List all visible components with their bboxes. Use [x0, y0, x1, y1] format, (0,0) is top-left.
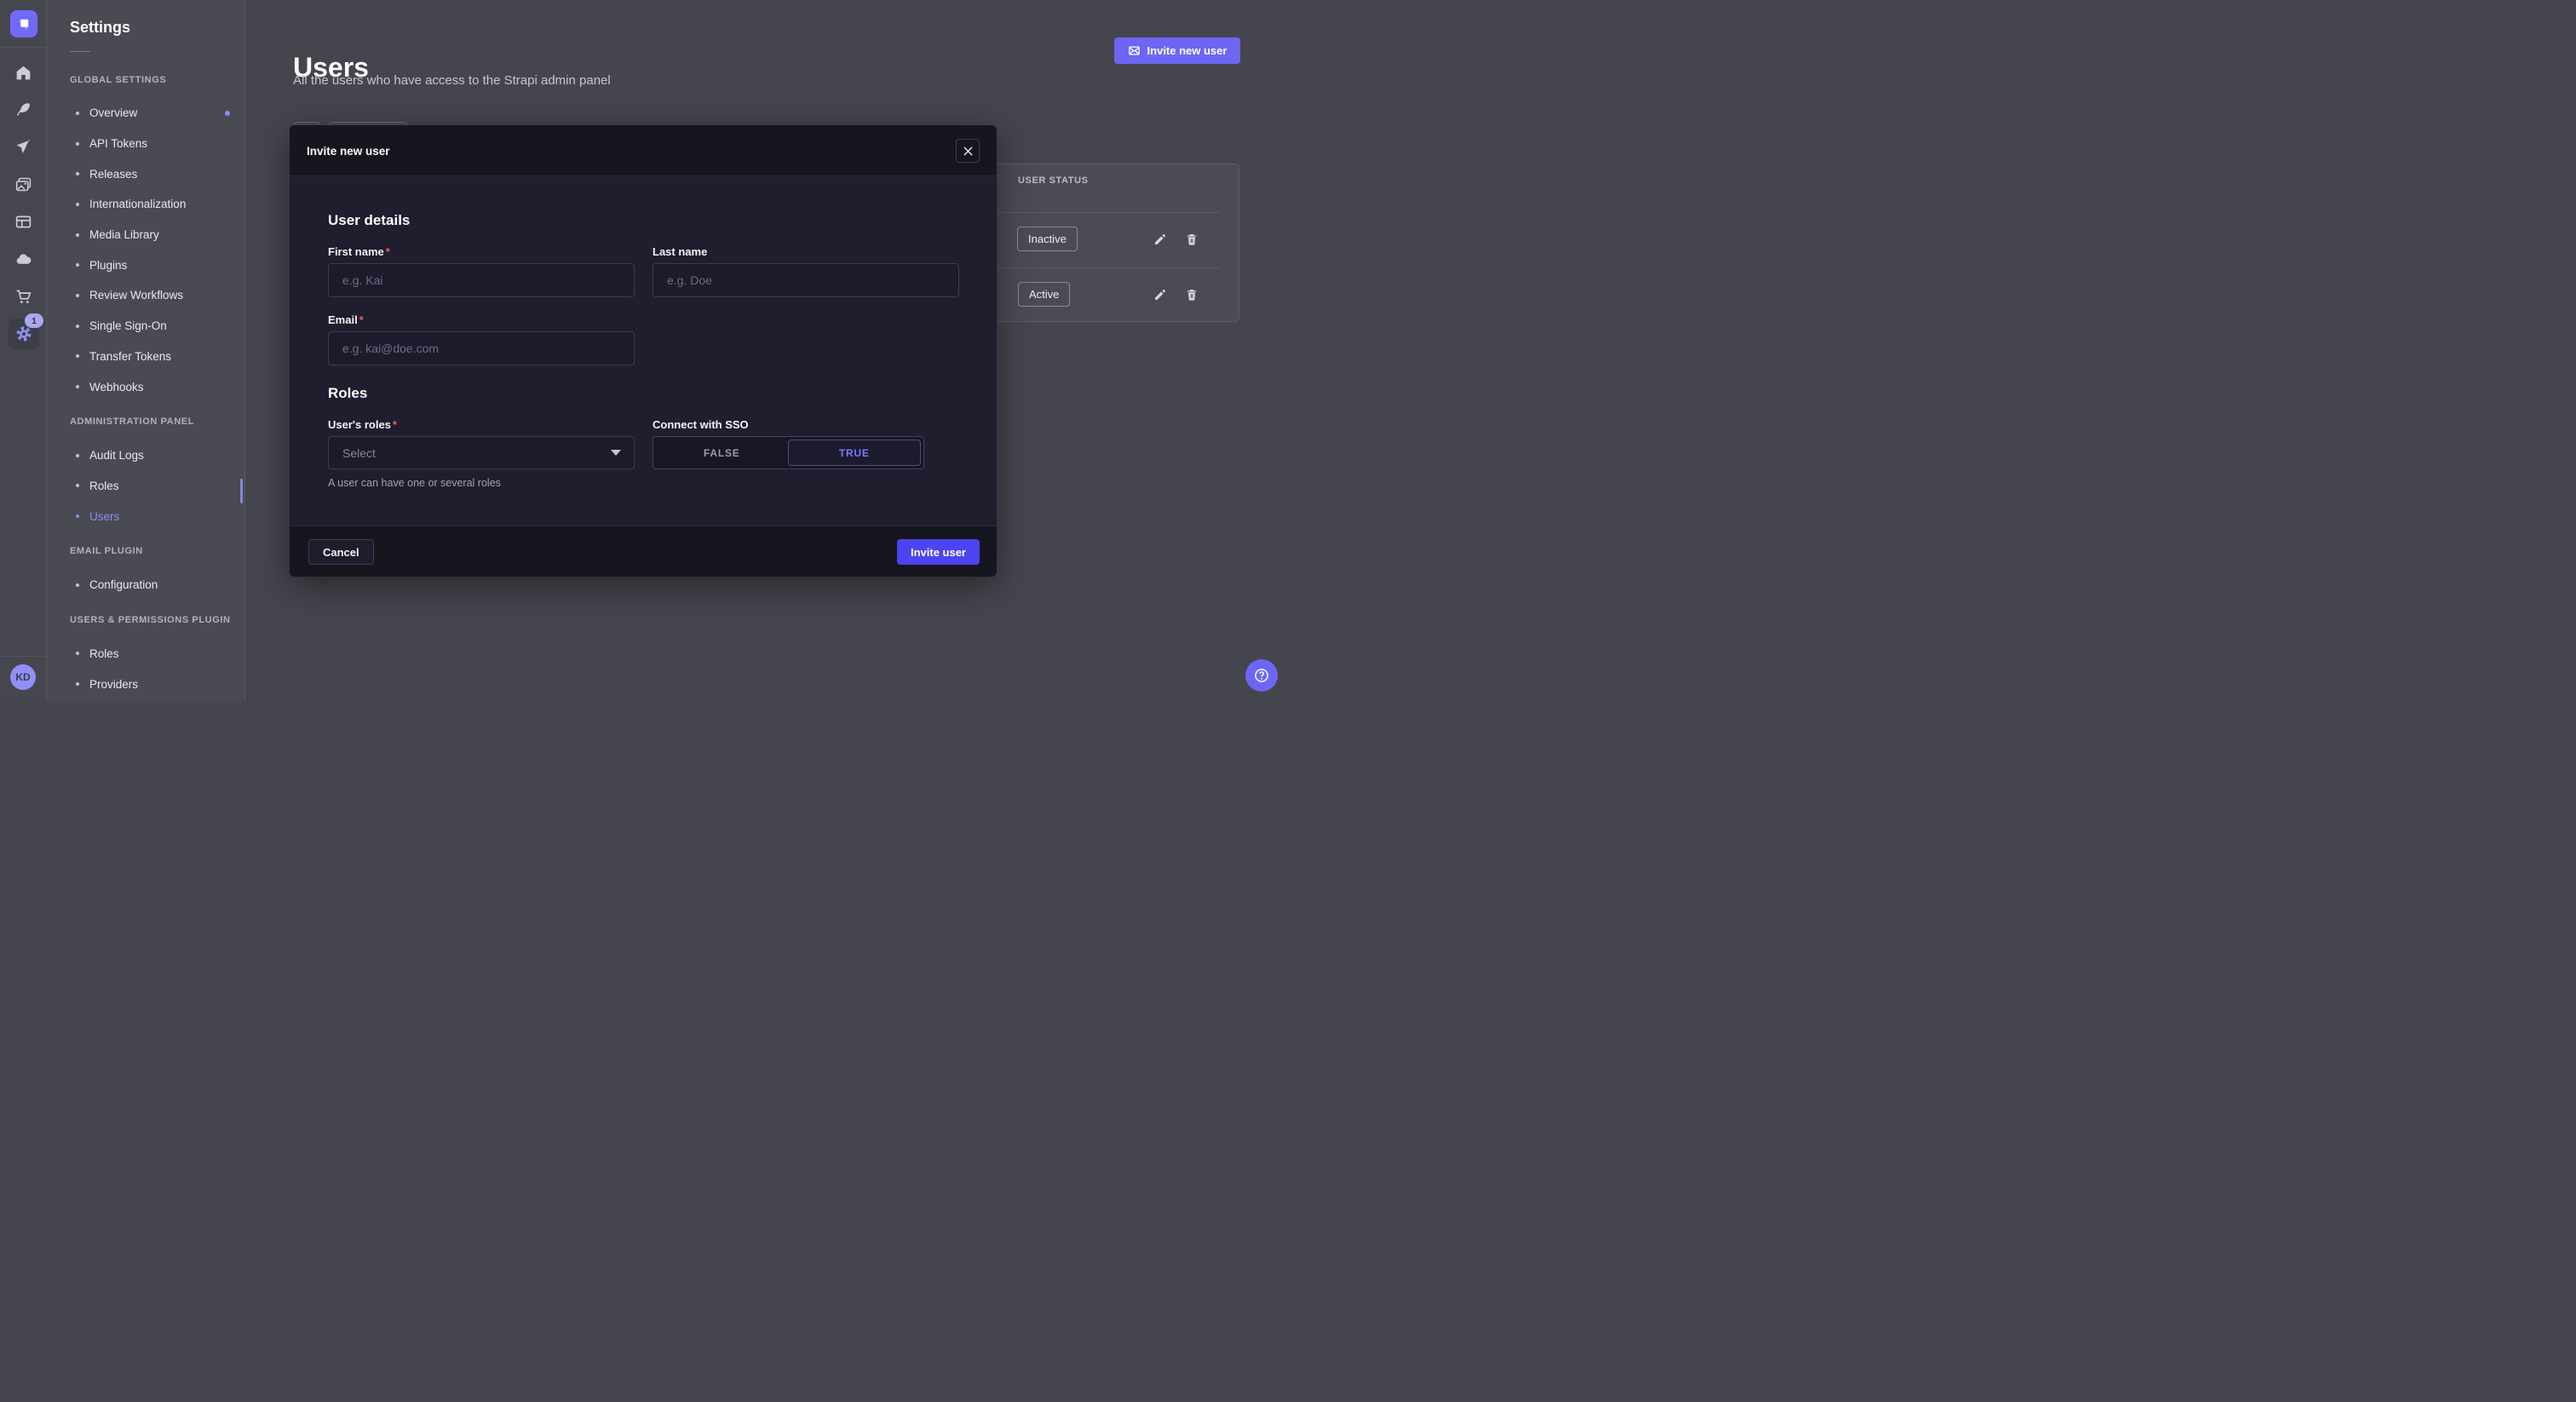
bullet-icon: [76, 514, 79, 518]
paper-plane-icon[interactable]: [14, 138, 32, 156]
strapi-logo-icon: [16, 16, 32, 32]
bullet-icon: [76, 652, 79, 655]
bullet-icon: [76, 263, 79, 267]
modal-header: Invite new user: [290, 125, 997, 176]
sidebar-item-audit-logs[interactable]: Audit Logs: [47, 440, 245, 471]
media-library-icon[interactable]: [14, 175, 32, 193]
section-global-settings: GLOBAL SETTINGS: [47, 65, 245, 95]
roles-helper-text: A user can have one or several roles: [328, 477, 501, 489]
notification-dot-icon: [225, 111, 230, 116]
section-administration-panel: ADMINISTRATION PANEL: [47, 407, 245, 437]
last-name-input[interactable]: [653, 263, 959, 297]
modal-footer: Cancel Invite user: [290, 526, 997, 577]
modal-title: Invite new user: [307, 125, 390, 176]
bullet-icon: [76, 484, 79, 487]
sidebar-item-transfer-tokens[interactable]: Transfer Tokens: [47, 342, 245, 372]
invite-user-submit-button[interactable]: Invite user: [897, 539, 980, 565]
last-name-label: Last name: [653, 245, 707, 258]
sidebar-title: Settings: [70, 19, 130, 37]
modal-close-button[interactable]: [956, 139, 980, 163]
bullet-icon: [76, 454, 79, 457]
invite-user-modal: Invite new user User details First name …: [290, 125, 997, 577]
first-name-label: First name: [328, 245, 390, 258]
marketplace-cart-icon[interactable]: [14, 288, 32, 306]
edit-pencil-icon[interactable]: [1153, 288, 1167, 302]
feather-icon[interactable]: [14, 101, 32, 118]
bullet-icon: [76, 142, 79, 146]
invite-new-user-button[interactable]: Invite new user: [1114, 37, 1240, 64]
sidebar-item-releases[interactable]: Releases: [47, 158, 245, 189]
sidebar-item-review-workflows[interactable]: Review Workflows: [47, 280, 245, 311]
bullet-icon: [76, 583, 79, 587]
envelope-icon: [1128, 44, 1141, 57]
settings-sidebar: Settings GLOBAL SETTINGS Overview API To…: [47, 0, 245, 701]
status-badge-active: Active: [1018, 282, 1070, 307]
sidebar-title-underline: [70, 51, 90, 52]
sidebar-item-api-tokens[interactable]: API Tokens: [47, 129, 245, 159]
sidebar-item-internationalization[interactable]: Internationalization: [47, 189, 245, 220]
page-subtitle: All the users who have access to the Str…: [293, 73, 611, 88]
users-roles-label: User's roles: [328, 418, 397, 431]
email-input[interactable]: [328, 331, 635, 365]
section-users-permissions-plugin: USERS & PERMISSIONS PLUGIN: [47, 606, 245, 635]
bullet-icon: [76, 385, 79, 388]
sidebar-item-media-library[interactable]: Media Library: [47, 220, 245, 250]
rail-divider: [0, 47, 47, 48]
sso-toggle: FALSE TRUE: [653, 436, 924, 469]
bullet-icon: [76, 294, 79, 297]
chevron-down-icon: [611, 450, 621, 456]
strapi-admin: 1 KD Settings GLOBAL SETTINGS Overview A…: [0, 0, 1288, 701]
sidebar-item-configuration[interactable]: Configuration: [47, 570, 245, 600]
column-header-user-status: USER STATUS: [1018, 175, 1089, 186]
roles-heading: Roles: [328, 385, 367, 402]
strapi-logo[interactable]: [10, 10, 37, 37]
settings-notification-badge: 1: [25, 313, 43, 328]
cancel-button[interactable]: Cancel: [308, 539, 374, 565]
bullet-icon: [76, 112, 79, 115]
connect-sso-label: Connect with SSO: [653, 418, 749, 431]
sso-false-option[interactable]: FALSE: [656, 440, 788, 466]
first-name-input[interactable]: [328, 263, 635, 297]
sidebar-item-admin-roles[interactable]: Roles: [47, 471, 245, 502]
sidebar-item-up-roles[interactable]: Roles: [47, 639, 245, 669]
sidebar-item-users[interactable]: Users: [47, 501, 245, 531]
bullet-icon: [76, 203, 79, 206]
home-icon[interactable]: [14, 64, 32, 82]
status-badge-inactive: Inactive: [1017, 227, 1078, 251]
icon-rail: 1 KD: [0, 0, 47, 701]
sidebar-item-plugins[interactable]: Plugins: [47, 250, 245, 280]
section-email-plugin: EMAIL PLUGIN: [47, 537, 245, 566]
sidebar-item-overview[interactable]: Overview: [47, 98, 245, 129]
delete-trash-icon[interactable]: [1185, 233, 1199, 246]
user-details-heading: User details: [328, 212, 410, 229]
delete-trash-icon[interactable]: [1185, 288, 1199, 302]
email-label: Email: [328, 313, 364, 326]
rail-bottom-divider: [0, 656, 47, 657]
close-icon: [963, 147, 973, 156]
layout-icon[interactable]: [14, 213, 32, 231]
bullet-icon: [76, 354, 79, 358]
bullet-icon: [76, 233, 79, 237]
roles-select[interactable]: Select: [328, 436, 635, 469]
sidebar-nav: GLOBAL SETTINGS Overview API Tokens Rele…: [47, 65, 245, 699]
question-circle-icon: [1253, 667, 1270, 684]
bullet-icon: [76, 325, 79, 328]
sidebar-scrollbar-thumb[interactable]: [240, 479, 243, 503]
sidebar-item-single-sign-on[interactable]: Single Sign-On: [47, 311, 245, 342]
bullet-icon: [76, 682, 79, 686]
bullet-icon: [76, 172, 79, 175]
cloud-icon[interactable]: [14, 250, 32, 268]
user-avatar[interactable]: KD: [10, 664, 36, 690]
sso-true-option[interactable]: TRUE: [788, 440, 922, 466]
help-button[interactable]: [1245, 659, 1278, 692]
edit-pencil-icon[interactable]: [1153, 233, 1167, 246]
sidebar-item-providers[interactable]: Providers: [47, 669, 245, 699]
sidebar-item-webhooks[interactable]: Webhooks: [47, 371, 245, 402]
